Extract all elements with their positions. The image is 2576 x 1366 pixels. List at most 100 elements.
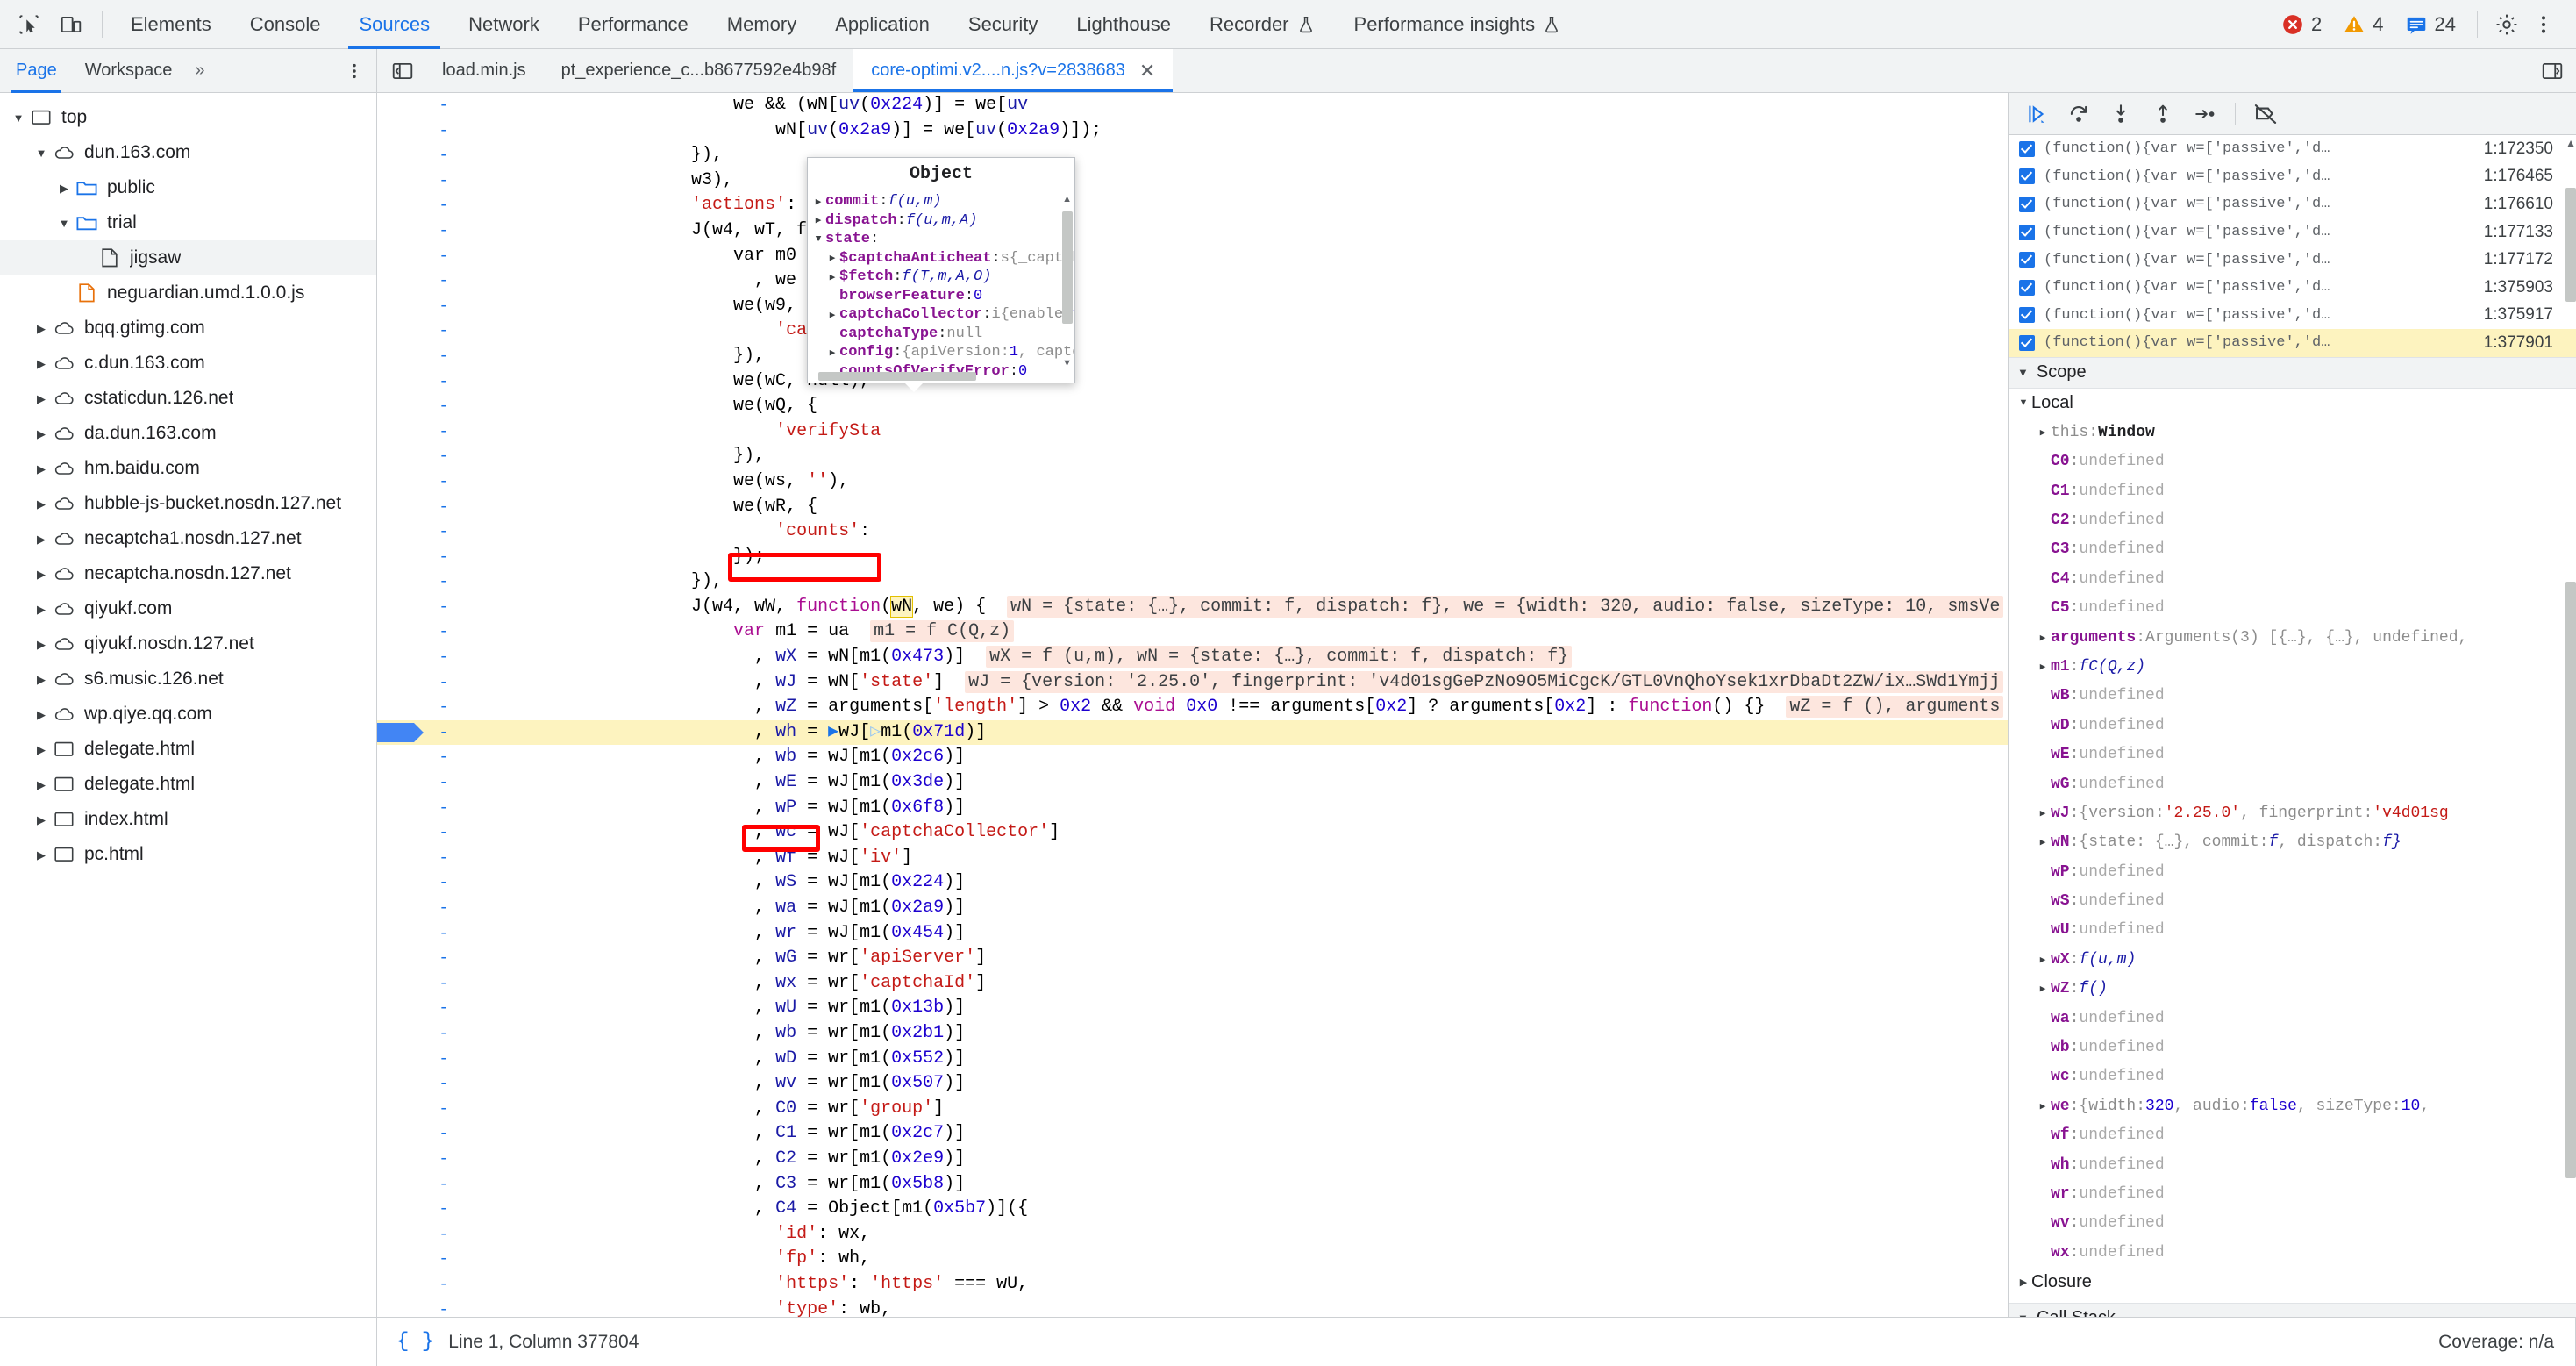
scope-variable-row[interactable]: ▶ wN: {state: {…}, commit: f, dispatch: f… <box>2009 828 2576 857</box>
scope-variable-row[interactable]: C0: undefined <box>2009 447 2576 476</box>
code-line[interactable]: - 'actions': (w4 = { <box>377 193 2008 218</box>
caret-right-icon[interactable]: ▶ <box>32 744 51 755</box>
code-line[interactable]: - , wD = wr[m1(0x552)] <box>377 1047 2008 1072</box>
tree-item-dun-163-com[interactable]: ▼ dun.163.com <box>0 135 376 170</box>
popup-property-row[interactable]: fingerprint: "v4d01sgGePzNo9O5MiCgcK/ <box>811 381 1074 383</box>
breakpoint-row[interactable]: (function(){var w=['passive','d… 1:375903 <box>2009 274 2576 302</box>
breakpoints-list[interactable]: (function(){var w=['passive','d… 1:172350… <box>2009 135 2576 357</box>
line-number[interactable]: - <box>414 193 474 218</box>
caret-down-icon[interactable]: ▼ <box>32 147 51 159</box>
popup-property-row[interactable]: ▶ $fetch: f (T,m,A,O) <box>811 268 1074 287</box>
line-number[interactable]: - <box>414 1047 474 1072</box>
code-line[interactable]: - J(w4, wW, function(wN, we) { wN = {sta… <box>377 595 2008 620</box>
line-number[interactable]: - <box>414 469 474 495</box>
scope-variable-row[interactable]: wf: undefined <box>2009 1121 2576 1150</box>
scope-variable-row[interactable]: wa: undefined <box>2009 1004 2576 1033</box>
scope-variable-row[interactable]: C2: undefined <box>2009 505 2576 534</box>
breakpoint-row[interactable]: (function(){var w=['passive','d… 1:176465 <box>2009 163 2576 191</box>
popup-property-row[interactable]: ▶$captchaAnticheat: s {_captchaConf: { <box>811 249 1074 268</box>
line-number[interactable]: - <box>414 870 474 896</box>
popup-scroll-down-icon[interactable]: ▼ <box>1062 358 1072 368</box>
breakpoint-row[interactable]: (function(){var w=['passive','d… 1:177133 <box>2009 218 2576 247</box>
breakpoint-row[interactable]: (function(){var w=['passive','d… 1:177172 <box>2009 246 2576 274</box>
line-number[interactable]: - <box>414 218 474 244</box>
code-line[interactable]: - , wX = wN[m1(0x473)] wX = f (u,m), wN … <box>377 645 2008 670</box>
tree-item-delegate-html[interactable]: ▶ delegate.html <box>0 732 376 767</box>
scope-variable-row[interactable]: wU: undefined <box>2009 916 2576 945</box>
scope-variables-list[interactable]: ▼ Local ▶ this: Window C0: undefined C1: unde… <box>2009 389 2576 1303</box>
line-number[interactable]: - <box>414 1247 474 1272</box>
code-line[interactable]: - , we = wN[m0 <box>377 268 2008 294</box>
line-number[interactable]: - <box>414 645 474 670</box>
scope-variable-row[interactable]: wr: undefined <box>2009 1179 2576 1208</box>
line-number[interactable]: - <box>414 268 474 294</box>
breakpoint-checkbox[interactable] <box>2019 279 2035 296</box>
show-navigator-right-icon[interactable] <box>2529 49 2576 92</box>
tab-network[interactable]: Network <box>449 0 559 49</box>
popup-vertical-scrollbar[interactable]: ▲ ▼ <box>1062 192 1073 381</box>
line-number[interactable]: - <box>414 444 474 469</box>
scope-group-local[interactable]: ▼ Local <box>2009 389 2576 418</box>
tree-item-wp-qiye-qq-com[interactable]: ▶ wp.qiye.qq.com <box>0 697 376 732</box>
inspect-element-icon[interactable] <box>12 8 46 41</box>
breakpoint-row[interactable]: (function(){var w=['passive','d… 1:176610 <box>2009 190 2576 218</box>
scope-variable-row[interactable]: ▶ wX: f (u,m) <box>2009 945 2576 974</box>
scope-variable-row[interactable]: wP: undefined <box>2009 857 2576 886</box>
gear-icon[interactable] <box>2490 8 2523 41</box>
breakpoint-row[interactable]: (function(){var w=['passive','d… 1:172350 <box>2009 135 2576 163</box>
tree-item-neguardian-umd-1-0-0-js[interactable]: neguardian.umd.1.0.0.js <box>0 275 376 311</box>
tree-item-hubble-js-bucket-nosdn-127-net[interactable]: ▶ hubble-js-bucket.nosdn.127.net <box>0 486 376 521</box>
popup-vscroll-thumb[interactable] <box>1062 211 1073 324</box>
tree-item-c-dun-163-com[interactable]: ▶ c.dun.163.com <box>0 346 376 381</box>
breakpoint-checkbox[interactable] <box>2019 224 2035 240</box>
code-line[interactable]: - , C4 = Object[m1(0x5b7)]({ <box>377 1197 2008 1222</box>
caret-down-icon[interactable]: ▼ <box>811 234 825 245</box>
caret-right-icon[interactable]: ▶ <box>2035 954 2051 966</box>
tree-item-index-html[interactable]: ▶ index.html <box>0 802 376 837</box>
line-number[interactable]: - <box>414 93 474 118</box>
line-number[interactable]: - <box>414 369 474 395</box>
code-line[interactable]: - we(wQ, { <box>377 394 2008 419</box>
caret-down-icon[interactable]: ▼ <box>9 112 28 124</box>
code-line[interactable]: - , wv = wr[m1(0x507)] <box>377 1071 2008 1097</box>
caret-right-icon[interactable]: ▶ <box>32 358 51 369</box>
breakpoint-checkbox[interactable] <box>2019 252 2035 268</box>
code-line[interactable]: - , wa = wJ[m1(0x2a9)] <box>377 896 2008 921</box>
caret-right-icon[interactable]: ▶ <box>811 214 825 226</box>
popup-property-row[interactable]: captchaType: null <box>811 325 1074 344</box>
scope-variable-row[interactable]: C4: undefined <box>2009 564 2576 593</box>
breakpoint-checkbox[interactable] <box>2019 196 2035 212</box>
caret-right-icon[interactable]: ▶ <box>32 814 51 826</box>
popup-hscroll-thumb[interactable] <box>818 372 976 381</box>
caret-right-icon[interactable]: ▶ <box>2035 807 2051 819</box>
tree-item-pc-html[interactable]: ▶ pc.html <box>0 837 376 872</box>
toggle-device-toolbar-icon[interactable] <box>54 8 88 41</box>
line-number[interactable]: - <box>414 394 474 419</box>
caret-right-icon[interactable]: ▶ <box>32 428 51 440</box>
code-line[interactable]: - wN[uv(0x2a9)] = we[uv(0x2a9)]); <box>377 118 2008 144</box>
line-number[interactable]: - <box>414 168 474 194</box>
navigator-tab-page[interactable]: Page <box>0 49 71 93</box>
line-number[interactable]: - <box>414 695 474 720</box>
code-line[interactable]: - var m1 = ua m1 = f C(Q,z) <box>377 619 2008 645</box>
line-number[interactable]: - <box>414 896 474 921</box>
tab-application[interactable]: Application <box>816 0 949 49</box>
line-number[interactable]: - <box>414 1197 474 1222</box>
line-number[interactable]: - <box>414 1147 474 1172</box>
breakpoint-checkbox[interactable] <box>2019 140 2035 157</box>
close-icon[interactable]: ✕ <box>1139 61 1155 81</box>
line-number[interactable]: - <box>414 1021 474 1047</box>
line-number[interactable]: - <box>414 770 474 796</box>
code-line[interactable]: - }), <box>377 444 2008 469</box>
scope-variable-row[interactable]: ▶ this: Window <box>2009 418 2576 447</box>
caret-right-icon[interactable]: ▶ <box>825 309 839 321</box>
code-line[interactable]: - we(w9, { <box>377 294 2008 319</box>
tree-item-s6-music-126-net[interactable]: ▶ s6.music.126.net <box>0 662 376 697</box>
caret-right-icon[interactable]: ▶ <box>825 347 839 359</box>
code-line[interactable]: - 'https': 'https' === wU, <box>377 1272 2008 1298</box>
line-number[interactable]: - <box>414 545 474 570</box>
caret-right-icon[interactable]: ▶ <box>2035 632 2051 644</box>
navigator-options-kebab-icon[interactable] <box>332 61 376 81</box>
scope-scroll-thumb[interactable] <box>2565 581 2576 1178</box>
line-number[interactable]: - <box>414 1071 474 1097</box>
